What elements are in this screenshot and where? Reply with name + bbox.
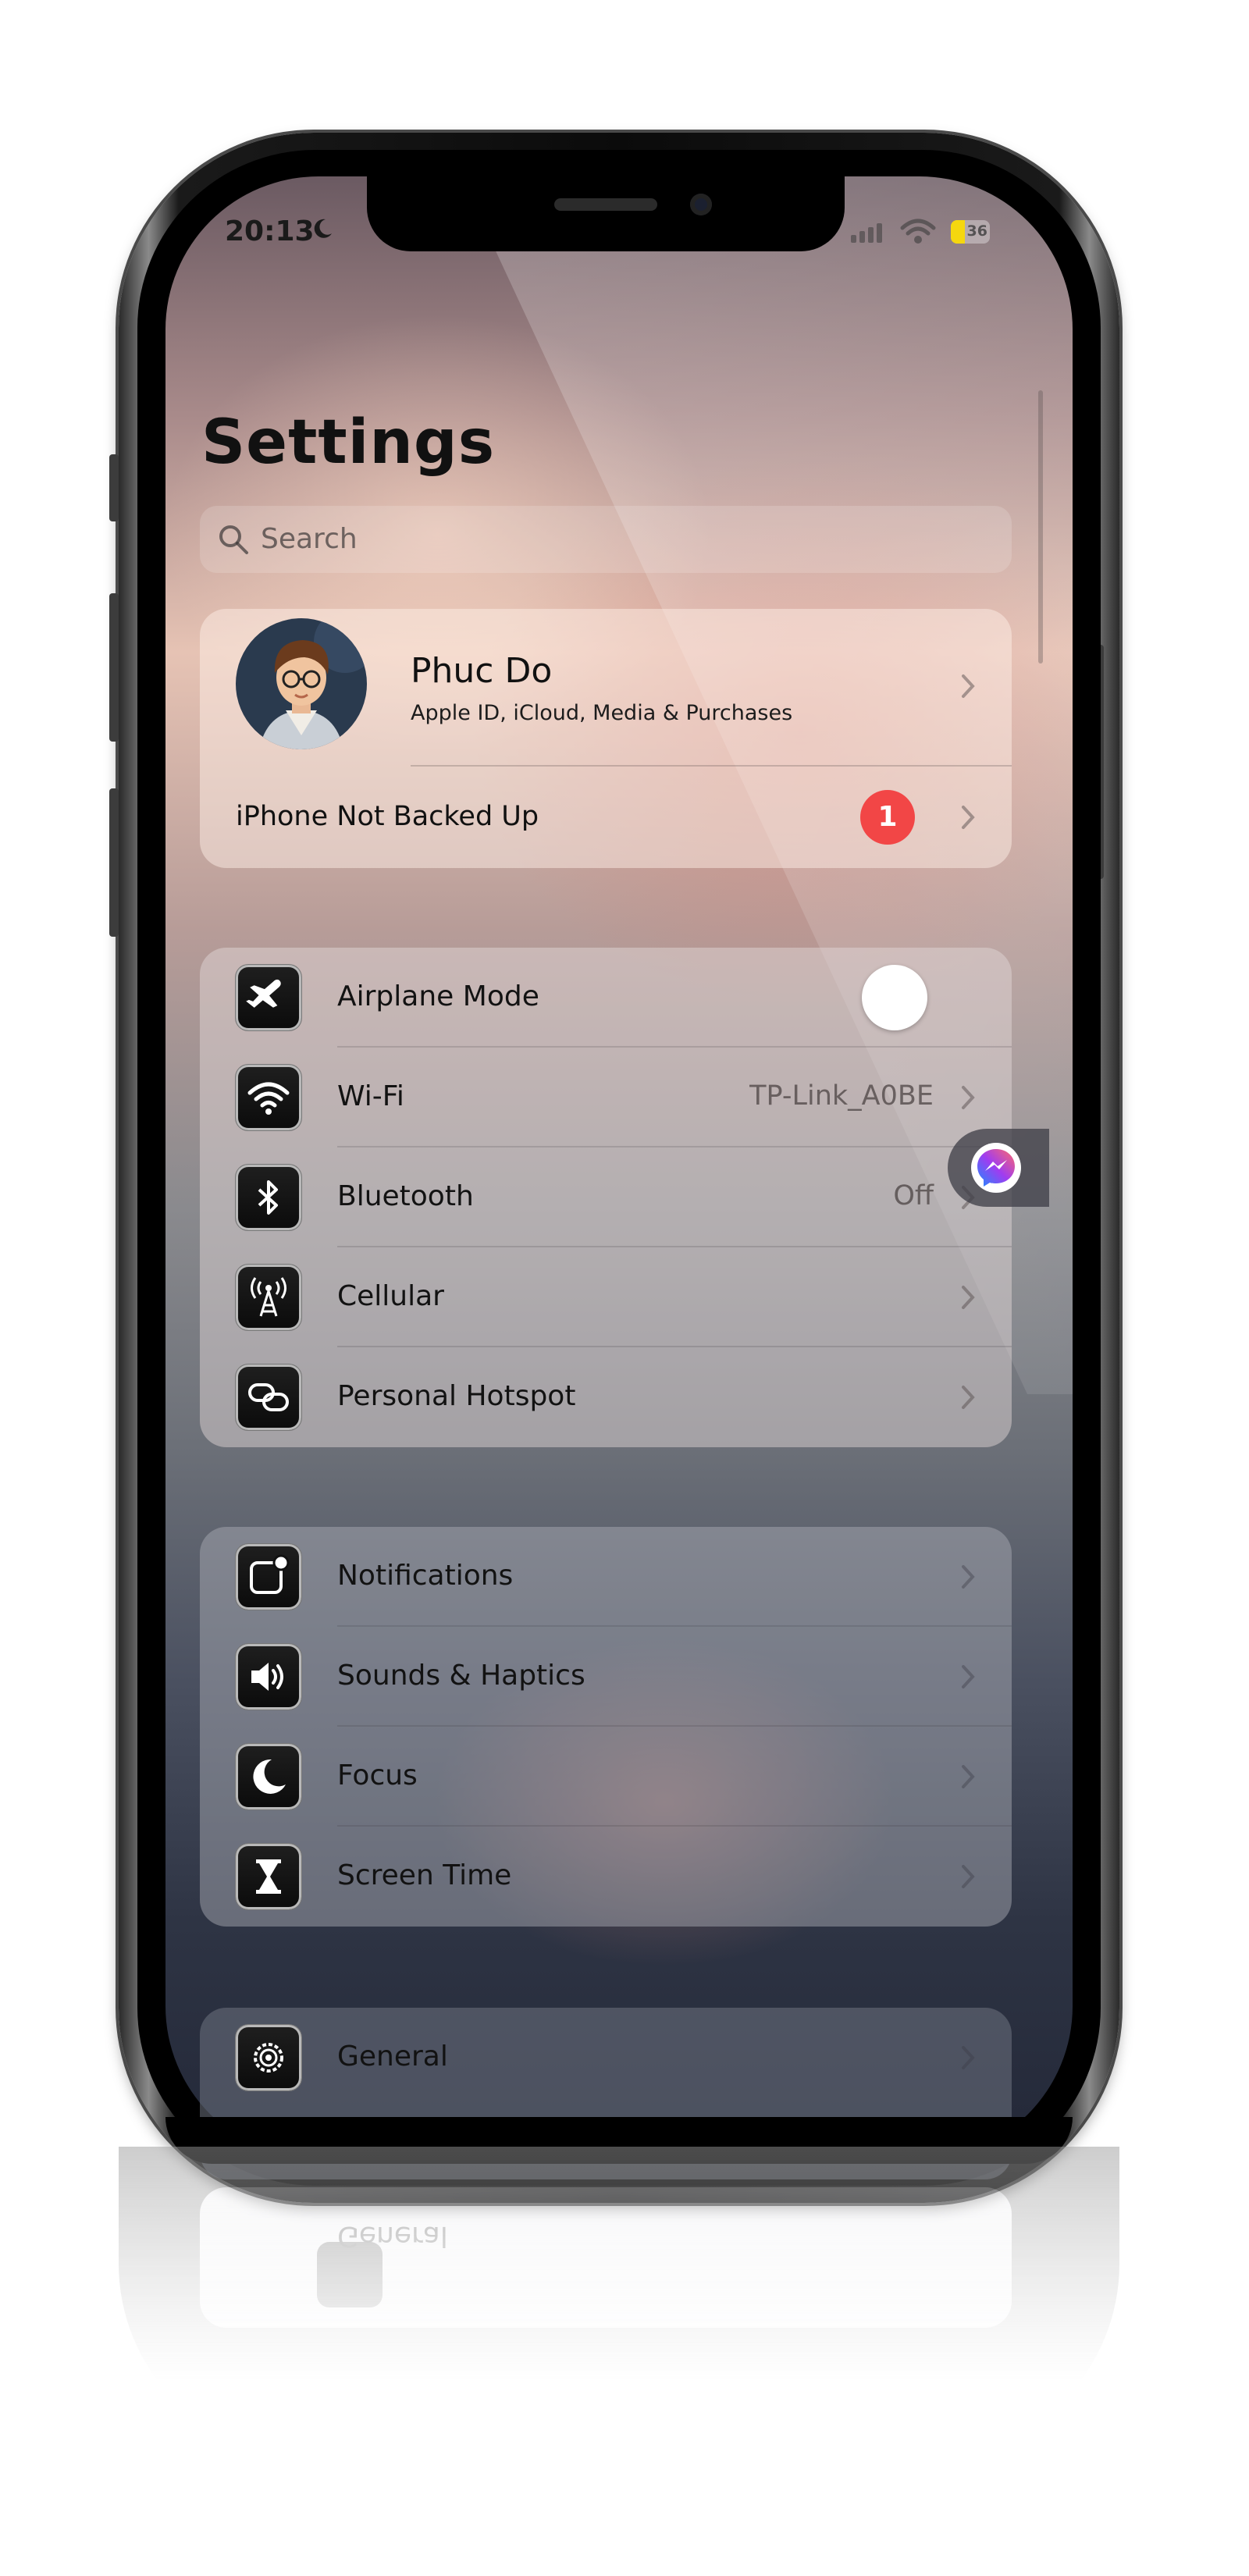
volume-down-button [109, 788, 119, 937]
settings-row-sounds-haptics[interactable]: Sounds & Haptics [200, 1627, 1012, 1727]
chevron-right-icon [962, 1286, 975, 1309]
cellular-tower-icon [236, 1265, 301, 1330]
gear-icon [236, 2025, 301, 2090]
settings-row-cellular[interactable]: Cellular [200, 1247, 1012, 1347]
chevron-right-icon [962, 2046, 975, 2069]
chevron-right-icon [962, 1386, 975, 1409]
row-label: Cellular [337, 1280, 444, 1312]
row-label: Bluetooth [337, 1180, 474, 1212]
airplane-mode-toggle[interactable] [862, 965, 927, 1030]
messenger-chat-head[interactable] [948, 1129, 1049, 1207]
settings-row-airplane-mode[interactable]: Airplane Mode [200, 948, 1012, 1048]
settings-row-notifications[interactable]: Notifications [200, 1527, 1012, 1627]
airplane-icon [236, 965, 301, 1030]
search-field[interactable]: Search [200, 506, 1012, 573]
status-time: 20:13 [225, 215, 315, 247]
front-camera [690, 194, 712, 215]
search-placeholder: Search [261, 523, 358, 555]
row-label: Screen Time [337, 1859, 512, 1891]
connectivity-group: Airplane Mode Wi-Fi TP-Link_A0BE Bluetoo… [200, 948, 1012, 1447]
search-icon [219, 525, 248, 554]
profile-subtitle: Apple ID, iCloud, Media & Purchases [411, 701, 793, 725]
bluetooth-status-value: Off [893, 1180, 934, 1212]
page-title: Settings [201, 407, 496, 478]
chevron-right-icon [962, 1086, 975, 1109]
battery-percentage: 36 [966, 222, 987, 240]
chevron-right-icon [962, 674, 975, 698]
settings-row-focus[interactable]: Focus [200, 1727, 1012, 1827]
apple-id-card: Phuc Do Apple ID, iCloud, Media & Purcha… [200, 609, 1012, 868]
avatar[interactable] [236, 618, 367, 749]
notch [367, 176, 845, 251]
divider [411, 765, 1012, 767]
row-label: Wi-Fi [337, 1080, 404, 1112]
speaker-icon [236, 1644, 301, 1710]
row-label: Focus [337, 1759, 418, 1791]
signal-strength-icon [851, 223, 885, 243]
settings-row-bluetooth[interactable]: Bluetooth Off [200, 1147, 1012, 1247]
row-label: General [337, 2041, 448, 2073]
earpiece-speaker [554, 198, 657, 211]
wifi-network-value: TP-Link_A0BE [749, 1080, 934, 1112]
silent-switch [109, 454, 119, 521]
messenger-icon [971, 1143, 1021, 1193]
row-label: Personal Hotspot [337, 1380, 576, 1412]
notification-badge-icon [236, 1544, 301, 1610]
wifi-status-icon [900, 219, 936, 244]
settings-row-general[interactable]: General [200, 2008, 1012, 2108]
row-label: Notifications [337, 1560, 514, 1592]
chevron-right-icon [962, 806, 975, 829]
moon-icon [236, 1744, 301, 1809]
reflection-label: General [337, 2220, 448, 2252]
hourglass-icon [236, 1844, 301, 1909]
volume-up-button [109, 593, 119, 742]
battery-icon: 36 [951, 220, 990, 244]
notifications-group: Notifications Sounds & Haptics Focus Scr… [200, 1527, 1012, 1927]
reflection-card [200, 2187, 1012, 2328]
chevron-right-icon [962, 1865, 975, 1888]
bluetooth-icon [236, 1165, 301, 1230]
settings-row-screen-time[interactable]: Screen Time [200, 1827, 1012, 1927]
profile-name[interactable]: Phuc Do [411, 651, 552, 691]
notification-badge: 1 [860, 790, 915, 845]
avatar-portrait-icon [236, 618, 367, 749]
chevron-right-icon [962, 1665, 975, 1688]
settings-row-personal-hotspot[interactable]: Personal Hotspot [200, 1347, 1012, 1447]
settings-row-wifi[interactable]: Wi-Fi TP-Link_A0BE [200, 1048, 1012, 1147]
phone-reflection: General [119, 2147, 1119, 2381]
chevron-right-icon [962, 1765, 975, 1788]
row-label: Sounds & Haptics [337, 1660, 585, 1692]
row-label: Airplane Mode [337, 980, 539, 1012]
wifi-icon [236, 1065, 301, 1130]
focus-moon-icon [314, 219, 332, 238]
backup-warning-label[interactable]: iPhone Not Backed Up [236, 801, 539, 832]
chevron-right-icon [962, 1565, 975, 1589]
scroll-indicator[interactable] [1038, 390, 1043, 664]
hotspot-link-icon [236, 1364, 301, 1430]
